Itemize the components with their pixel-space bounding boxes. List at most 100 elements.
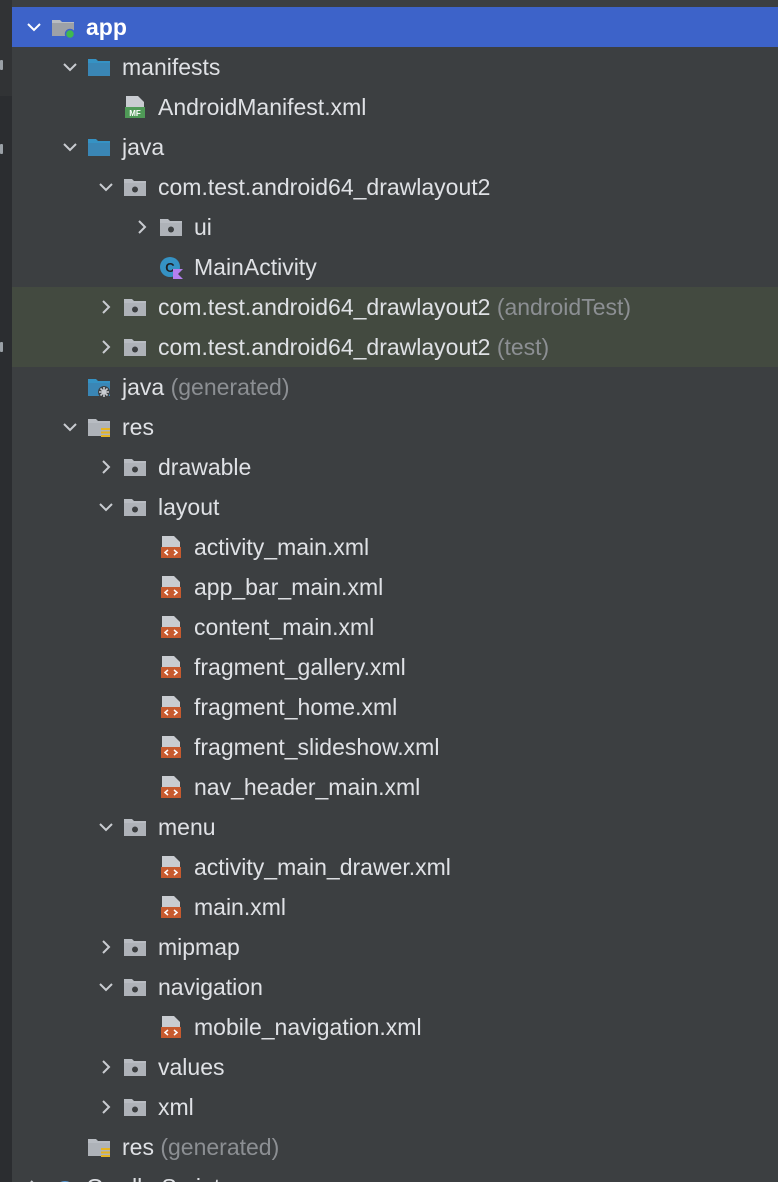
tree-row[interactable]: manifests	[12, 47, 778, 87]
package-folder-icon	[122, 294, 148, 320]
layout-file-icon	[158, 534, 184, 560]
tree-row[interactable]: drawable	[12, 447, 778, 487]
tree-item-label: main.xml	[194, 894, 286, 921]
tree-item-label: activity_main.xml	[194, 534, 369, 561]
tree-item-label: java (generated)	[122, 374, 290, 401]
tree-item-label: content_main.xml	[194, 614, 374, 641]
tree-row[interactable]: com.test.android64_drawlayout2 (test)	[12, 327, 778, 367]
tree-item-label: com.test.android64_drawlayout2 (test)	[158, 334, 549, 361]
tree-item-name: Gradle Scripts	[86, 1174, 232, 1182]
project-tree[interactable]: app manifests MF AndroidManifest.xml java com…	[0, 0, 778, 1182]
gutter-marker	[0, 342, 3, 352]
gutter-marker	[0, 144, 3, 154]
chevron-down-icon[interactable]	[60, 57, 80, 77]
chevron-down-icon[interactable]	[96, 177, 116, 197]
tree-row[interactable]: layout	[12, 487, 778, 527]
tree-item-name: fragment_home.xml	[194, 694, 398, 720]
tree-item-hint: (test)	[496, 334, 550, 360]
tree-item-hint: (generated)	[170, 374, 290, 400]
tree-item-name: com.test.android64_drawlayout2	[158, 174, 491, 200]
folder-blue-icon	[86, 54, 112, 80]
tree-item-name: java	[122, 374, 165, 400]
tree-row[interactable]: content_main.xml	[12, 607, 778, 647]
resource-folder-icon	[86, 1134, 112, 1160]
chevron-right-icon[interactable]	[96, 457, 116, 477]
tree-row[interactable]: res	[12, 407, 778, 447]
kotlin-class-icon: C	[158, 254, 184, 280]
chevron-right-icon[interactable]	[96, 297, 116, 317]
tree-row[interactable]: com.test.android64_drawlayout2	[12, 167, 778, 207]
tree-row[interactable]: activity_main_drawer.xml	[12, 847, 778, 887]
layout-file-icon	[158, 734, 184, 760]
chevron-down-icon[interactable]	[60, 137, 80, 157]
tree-item-name: activity_main.xml	[194, 534, 370, 560]
module-folder-icon	[50, 14, 76, 40]
chevron-right-icon[interactable]	[96, 337, 116, 357]
tree-row[interactable]: activity_main.xml	[12, 527, 778, 567]
package-folder-icon	[122, 1094, 148, 1120]
tree-row[interactable]: xml	[12, 1087, 778, 1127]
tree-item-name: com.test.android64_drawlayout2	[158, 334, 491, 360]
tree-row[interactable]: java	[12, 127, 778, 167]
tree-item-name: values	[158, 1054, 225, 1080]
chevron-right-icon[interactable]	[96, 937, 116, 957]
left-gutter	[0, 0, 12, 1182]
gutter-marker	[0, 60, 3, 70]
tree-row[interactable]: navigation	[12, 967, 778, 1007]
tree-item-name: AndroidManifest.xml	[158, 94, 367, 120]
tree-item-label: Gradle Scripts	[86, 1174, 232, 1182]
tree-row[interactable]: mobile_navigation.xml	[12, 1007, 778, 1047]
tree-row[interactable]: mipmap	[12, 927, 778, 967]
tree-row[interactable]: res (generated)	[12, 1127, 778, 1167]
chevron-down-icon[interactable]	[96, 497, 116, 517]
tree-row[interactable]: fragment_slideshow.xml	[12, 727, 778, 767]
package-folder-icon	[122, 974, 148, 1000]
tree-item-label: menu	[158, 814, 216, 841]
tree-item-name: content_main.xml	[194, 614, 375, 640]
gradle-icon	[50, 1174, 76, 1182]
tree-row[interactable]: fragment_gallery.xml	[12, 647, 778, 687]
tree-row[interactable]: app_bar_main.xml	[12, 567, 778, 607]
tree-item-name: MainActivity	[194, 254, 317, 280]
tree-row[interactable]: Gradle Scripts	[12, 1167, 778, 1182]
tree-item-label: com.test.android64_drawlayout2	[158, 174, 490, 201]
tree-item-label: fragment_gallery.xml	[194, 654, 406, 681]
package-folder-icon	[122, 454, 148, 480]
tree-item-name: activity_main_drawer.xml	[194, 854, 451, 880]
layout-file-icon	[158, 574, 184, 600]
package-folder-icon	[122, 814, 148, 840]
tree-row[interactable]: nav_header_main.xml	[12, 767, 778, 807]
tree-row[interactable]: MF AndroidManifest.xml	[12, 87, 778, 127]
layout-file-icon	[158, 1014, 184, 1040]
chevron-right-icon[interactable]	[96, 1097, 116, 1117]
tree-item-name: ui	[194, 214, 212, 240]
tree-row[interactable]: ui	[12, 207, 778, 247]
chevron-right-icon[interactable]	[96, 1057, 116, 1077]
layout-file-icon	[158, 854, 184, 880]
tree-row[interactable]: C MainActivity	[12, 247, 778, 287]
chevron-down-icon[interactable]	[24, 17, 44, 37]
chevron-down-icon[interactable]	[96, 817, 116, 837]
tree-row[interactable]: app	[12, 7, 778, 47]
tree-item-name: mipmap	[158, 934, 240, 960]
package-folder-icon	[122, 494, 148, 520]
package-folder-icon	[122, 934, 148, 960]
tree-row[interactable]: java (generated)	[12, 367, 778, 407]
tree-row[interactable]: menu	[12, 807, 778, 847]
chevron-down-icon[interactable]	[96, 977, 116, 997]
tree-row[interactable]: fragment_home.xml	[12, 687, 778, 727]
layout-file-icon	[158, 694, 184, 720]
tree-row[interactable]: com.test.android64_drawlayout2 (androidT…	[12, 287, 778, 327]
layout-file-icon	[158, 774, 184, 800]
svg-text:MF: MF	[129, 109, 141, 118]
chevron-right-icon[interactable]	[24, 1177, 44, 1182]
chevron-right-icon[interactable]	[132, 217, 152, 237]
tree-item-name: nav_header_main.xml	[194, 774, 421, 800]
tree-item-label: res (generated)	[122, 1134, 279, 1161]
chevron-down-icon[interactable]	[60, 417, 80, 437]
tree-item-name: navigation	[158, 974, 263, 1000]
tree-item-label: layout	[158, 494, 219, 521]
tree-row[interactable]: main.xml	[12, 887, 778, 927]
tree-item-label: ui	[194, 214, 212, 241]
tree-row[interactable]: values	[12, 1047, 778, 1087]
